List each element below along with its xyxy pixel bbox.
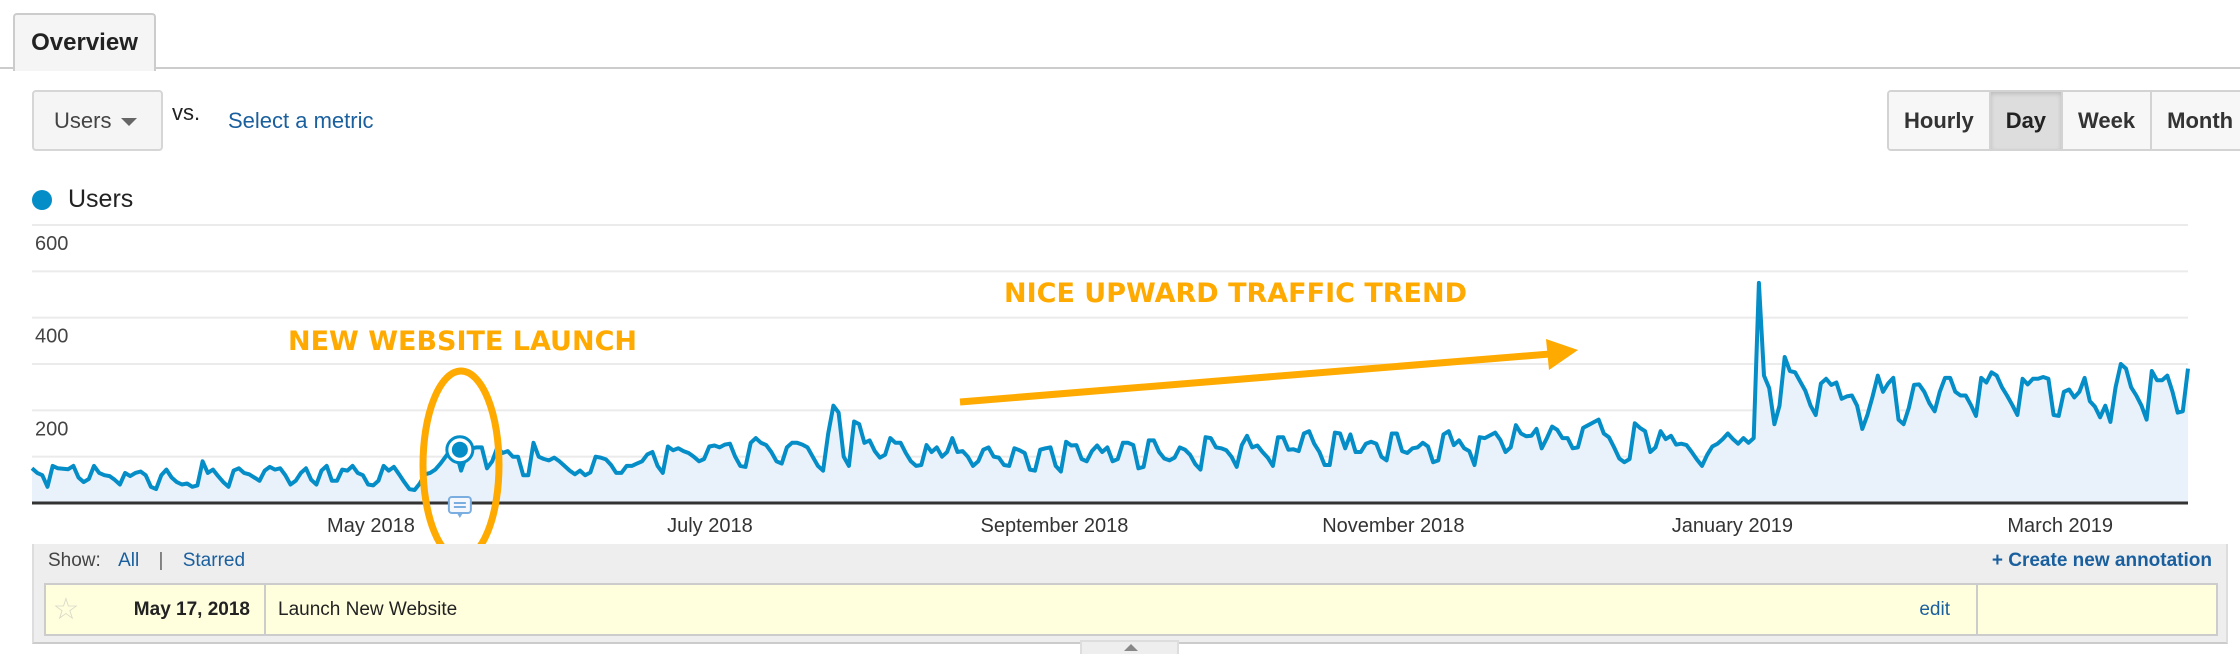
filter-starred-link[interactable]: Starred [183, 550, 245, 571]
annotation-filter: Show: All | Starred [48, 550, 245, 572]
annotation-marker-icon[interactable] [447, 496, 472, 518]
y-tick-label: 200 [35, 418, 68, 440]
x-tick-label: March 2019 [2007, 515, 2113, 537]
trend-arrow-head [1546, 339, 1578, 370]
x-tick-label: September 2018 [980, 515, 1128, 537]
trend-arrow-shaft [959, 350, 1551, 406]
trend-callout-text: NICE UPWARD TRAFFIC TREND [1004, 278, 1467, 309]
annotation-row: ☆ May 17, 2018 Launch New Website edit [44, 583, 2218, 636]
create-annotation-link[interactable]: + Create new annotation [1992, 550, 2212, 572]
annotation-edit-link[interactable]: edit [1919, 585, 1978, 634]
x-tick-label: January 2019 [1672, 515, 1793, 537]
star-icon[interactable]: ☆ [46, 585, 86, 634]
filter-separator: | [158, 550, 164, 571]
annotations-panel: Show: All | Starred + Create new annotat… [32, 544, 2228, 644]
launch-callout-text: NEW WEBSITE LAUNCH [288, 326, 637, 357]
y-tick-label: 400 [35, 326, 68, 348]
chevron-up-icon [1124, 644, 1138, 651]
annotation-text: Launch New Website [278, 599, 458, 620]
x-tick-label: July 2018 [667, 515, 753, 537]
collapse-annotations-toggle[interactable] [1080, 640, 1179, 654]
x-tick-label: November 2018 [1322, 515, 1464, 537]
annotation-extra-cell [1978, 585, 2216, 634]
x-tick-label: May 2018 [327, 515, 415, 537]
annotation-date: May 17, 2018 [86, 585, 266, 634]
y-tick-label: 600 [35, 233, 68, 255]
show-label: Show: [48, 550, 101, 571]
highlighted-point[interactable] [451, 441, 468, 458]
filter-all-link[interactable]: All [118, 550, 139, 571]
